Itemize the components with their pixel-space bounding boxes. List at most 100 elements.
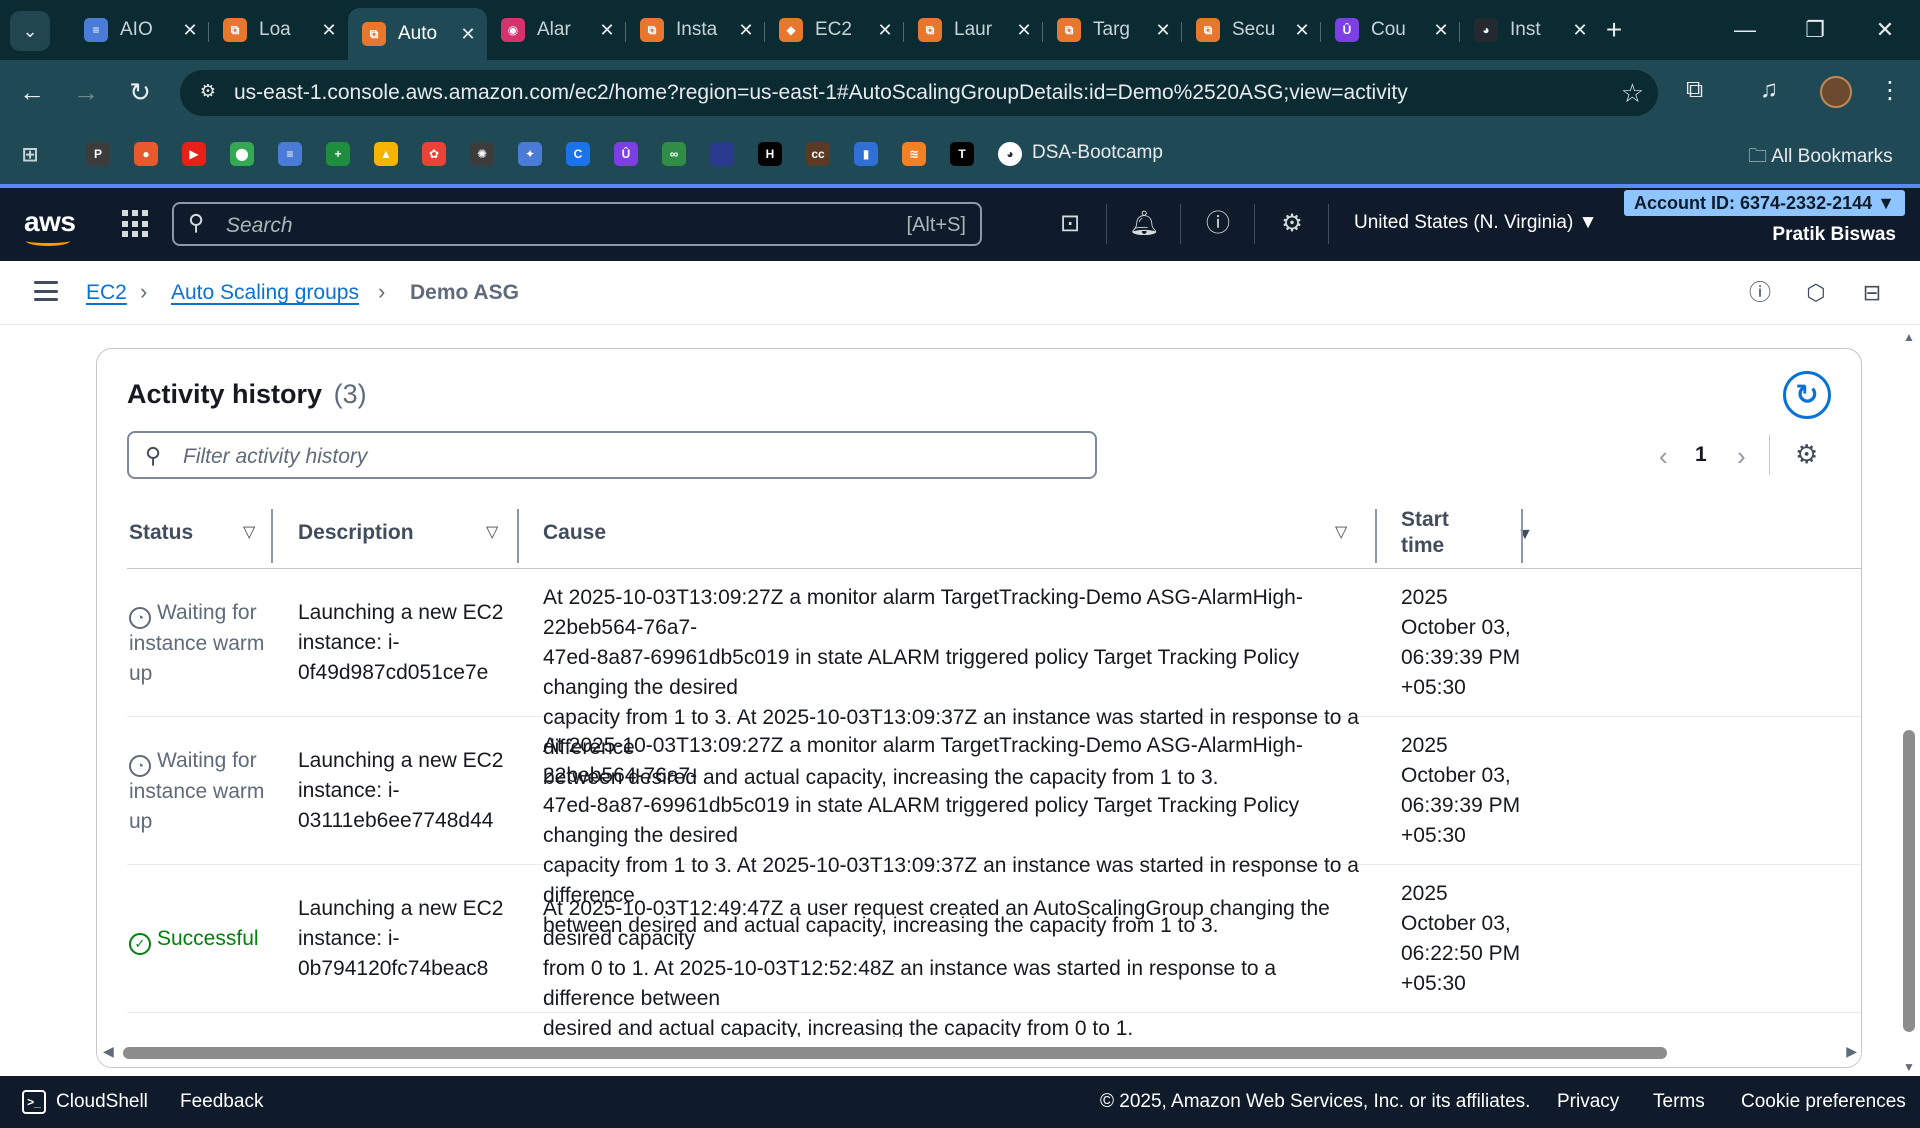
current-page-number[interactable]: 1	[1695, 443, 1707, 467]
feedback-link[interactable]: Feedback	[180, 1091, 263, 1113]
close-tab-icon[interactable]: ✕	[181, 20, 199, 41]
next-page-button[interactable]: ›	[1737, 441, 1746, 472]
browser-tab[interactable]: ◆ EC2 ✕	[765, 8, 904, 52]
profile-avatar[interactable]	[1820, 76, 1852, 108]
browser-tab[interactable]: ◉ Alar ✕	[487, 8, 626, 52]
browser-tab[interactable]: ⧉ Targ ✕	[1043, 8, 1182, 52]
square-icon[interactable]	[710, 142, 734, 166]
table-row[interactable]: ✓ Successful Launching a new EC2 instance: …	[127, 865, 1861, 1040]
screen-share-icon[interactable]: ⊟	[1858, 279, 1886, 307]
close-tab-icon[interactable]: ✕	[876, 20, 894, 41]
extensions-icon[interactable]: ⧉	[1686, 76, 1703, 104]
help-icon[interactable]: ⓘ	[1202, 208, 1234, 240]
notifications-bell-icon[interactable]: 🔔︎	[1128, 208, 1160, 240]
services-menu-icon[interactable]	[122, 210, 150, 238]
sheets-icon[interactable]: +	[326, 142, 350, 166]
horizontal-scroll-thumb[interactable]	[123, 1047, 1667, 1059]
browser-menu-icon[interactable]: ⋮	[1878, 76, 1902, 105]
horizontal-scrollbar[interactable]: ◀ ▶	[97, 1037, 1861, 1067]
breadcrumb-auto-scaling-groups[interactable]: Auto Scaling groups	[171, 281, 359, 305]
chatgpt-icon[interactable]: ✺	[470, 142, 494, 166]
scroll-down-icon[interactable]: ▼	[1903, 1060, 1915, 1074]
close-tab-icon[interactable]: ✕	[1432, 20, 1450, 41]
filter-activity-input[interactable]: ⚲ Filter activity history	[127, 431, 1097, 479]
back-button[interactable]: ←	[14, 74, 50, 110]
close-tab-icon[interactable]: ✕	[1154, 20, 1172, 41]
account-id-menu[interactable]: Account ID: 6374-2332-2144 ▼	[1624, 190, 1905, 216]
close-window-button[interactable]: ✕	[1860, 10, 1910, 50]
column-header-status[interactable]: Status ▽	[129, 497, 269, 569]
c-icon[interactable]: C	[566, 142, 590, 166]
close-tab-icon[interactable]: ✕	[1015, 20, 1033, 41]
aws-logo[interactable]: aws	[24, 206, 76, 246]
security-hexagon-icon[interactable]: ⬡	[1802, 279, 1830, 307]
close-tab-icon[interactable]: ✕	[598, 20, 616, 41]
forward-button[interactable]: →	[68, 74, 104, 110]
sort-icon[interactable]: ▽	[486, 522, 498, 542]
maps-icon[interactable]: ⬤	[230, 142, 254, 166]
tab-search-button[interactable]: ⌄	[10, 11, 50, 51]
docs-icon[interactable]: ≡	[278, 142, 302, 166]
bookmark-star-icon[interactable]: ☆	[1621, 78, 1644, 109]
breadcrumb-ec2[interactable]: EC2	[86, 281, 127, 305]
terms-link[interactable]: Terms	[1653, 1091, 1705, 1113]
scroll-left-icon[interactable]: ◀	[103, 1043, 114, 1060]
firefox-icon[interactable]: ●	[134, 142, 158, 166]
scroll-right-icon[interactable]: ▶	[1846, 1043, 1857, 1060]
vertical-scroll-thumb[interactable]	[1903, 730, 1915, 1032]
user-name[interactable]: Pratik Biswas	[1772, 224, 1896, 246]
sort-icon[interactable]: ▽	[1335, 522, 1347, 542]
browser-tab[interactable]: ⧉ Loa ✕	[209, 8, 348, 52]
refresh-button[interactable]: ↻	[1783, 371, 1831, 419]
cloudshell-icon[interactable]: ⊡	[1054, 208, 1086, 240]
u-icon[interactable]: Û	[614, 142, 638, 166]
bookmark-dsa-bootcamp[interactable]: DSA-Bootcamp	[1032, 142, 1163, 164]
bars-icon[interactable]: ▮	[854, 142, 878, 166]
hi-icon[interactable]: H	[758, 142, 782, 166]
stack-icon[interactable]: ≋	[902, 142, 926, 166]
cloudshell-link[interactable]: CloudShell	[56, 1091, 148, 1113]
table-row[interactable]: ◔ Waiting for instance warm up Launching a n…	[127, 717, 1861, 937]
browser-tab[interactable]: ⧉ Insta ✕	[626, 8, 765, 52]
close-tab-icon[interactable]: ✕	[737, 20, 755, 41]
browser-tab[interactable]: ⧉ Laur ✕	[904, 8, 1043, 52]
apps-grid-icon[interactable]: ⊞	[18, 142, 42, 166]
browser-tab[interactable]: ◕ Inst ✕	[1460, 8, 1599, 52]
browser-tab[interactable]: ⧉ Auto ✕	[348, 8, 487, 60]
youtube-icon[interactable]: ▶	[182, 142, 206, 166]
close-tab-icon[interactable]: ✕	[320, 20, 338, 41]
p-icon[interactable]: P	[86, 142, 110, 166]
browser-tab[interactable]: Û Cou ✕	[1321, 8, 1460, 52]
column-header-description[interactable]: Description ▽	[298, 497, 518, 569]
cookie-preferences-link[interactable]: Cookie preferences	[1741, 1091, 1906, 1113]
column-header-cause[interactable]: Cause ▽	[543, 497, 1363, 569]
restore-button[interactable]: ❐	[1790, 10, 1840, 50]
cc-icon[interactable]: cc	[806, 142, 830, 166]
github-icon[interactable]: ◕	[998, 142, 1022, 166]
close-tab-icon[interactable]: ✕	[459, 24, 477, 45]
info-icon[interactable]: ⓘ	[1746, 279, 1774, 307]
aws-search-input[interactable]: ⚲ Search [Alt+S]	[172, 202, 982, 246]
all-bookmarks-button[interactable]: 🗀 All Bookmarks	[1748, 142, 1893, 174]
media-control-icon[interactable]: ♫	[1760, 76, 1778, 104]
browser-tab[interactable]: ⧉ Secu ✕	[1182, 8, 1321, 52]
region-selector[interactable]: United States (N. Virginia) ▼	[1354, 212, 1597, 234]
table-preferences-gear-icon[interactable]: ⚙	[1795, 439, 1818, 470]
gemini-icon[interactable]: ✦	[518, 142, 542, 166]
close-tab-icon[interactable]: ✕	[1293, 20, 1311, 41]
close-tab-icon[interactable]: ✕	[1571, 20, 1589, 41]
gfg-icon[interactable]: ∞	[662, 142, 686, 166]
browser-tab[interactable]: ≡ AIO ✕	[70, 8, 209, 52]
drive-icon[interactable]: ▲	[374, 142, 398, 166]
vertical-scrollbar[interactable]: ▲ ▼	[1898, 326, 1920, 1076]
table-row[interactable]: ◔ Waiting for instance warm up Launching a n…	[127, 569, 1861, 789]
cloudshell-icon[interactable]: >_	[22, 1090, 46, 1114]
sort-descending-icon[interactable]: ▼	[1517, 522, 1533, 548]
column-header-start-time[interactable]: Start time ▼	[1401, 497, 1533, 569]
minimize-button[interactable]: —	[1720, 10, 1770, 50]
reload-button[interactable]: ↻	[122, 74, 158, 110]
site-info-icon[interactable]: ⚙	[196, 81, 220, 105]
sort-icon[interactable]: ▽	[243, 522, 255, 542]
scroll-up-icon[interactable]: ▲	[1903, 330, 1915, 344]
settings-gear-icon[interactable]: ⚙	[1276, 208, 1308, 240]
